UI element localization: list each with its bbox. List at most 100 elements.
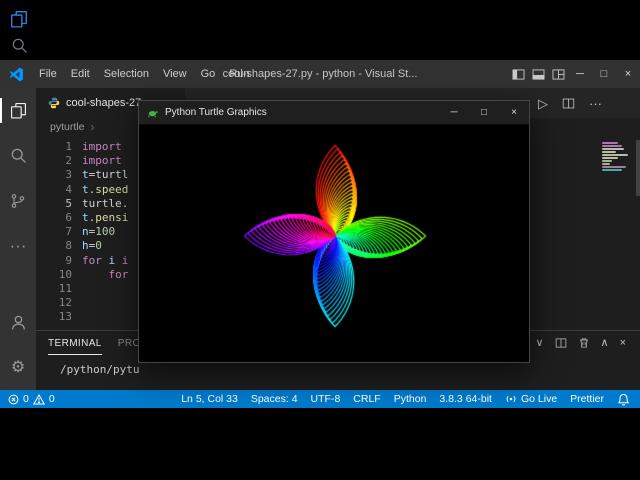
explorer-icon[interactable] (0, 88, 36, 133)
code-line-9[interactable]: for i i (82, 254, 128, 268)
chevron-right-icon: › (90, 120, 95, 134)
status-left: 0 0 (0, 393, 55, 405)
language-selector[interactable]: Python (394, 393, 427, 405)
error-icon (8, 394, 19, 405)
code-line-1[interactable]: import (82, 140, 128, 154)
menu-[interactable]: ··· (257, 68, 282, 80)
warning-icon (32, 393, 45, 405)
minimap-line-10 (602, 169, 622, 171)
editor-actions: ▷ ··· (538, 88, 602, 118)
turtle-titlebar[interactable]: Python Turtle Graphics ─ □ × (139, 101, 529, 125)
split-terminal-icon[interactable] (555, 337, 567, 349)
line-number-8: 8 (65, 239, 72, 253)
maximize-button[interactable]: □ (592, 60, 616, 88)
terminal-actions: + ∨ ∧ × (518, 337, 626, 349)
maximize-panel-icon[interactable]: ∧ (601, 337, 609, 349)
encoding-status[interactable]: UTF-8 (311, 393, 341, 405)
warning-count: 0 (48, 393, 55, 405)
letterboxed-screen: File Edit Selection View Go Run ··· cool-shape… (0, 0, 640, 480)
menu-run[interactable]: Run (222, 68, 256, 80)
vscode-logo-icon (9, 67, 24, 82)
line-number-12: 12 (58, 296, 72, 310)
line-number-4: 4 (65, 182, 72, 196)
breadcrumb-folder[interactable]: pyturtle (50, 121, 84, 133)
python-file-icon (48, 97, 60, 109)
line-number-11: 11 (58, 282, 72, 296)
minimap-line-9 (602, 166, 626, 168)
turtle-window-controls: ─ □ × (439, 101, 529, 125)
customize-layout-icon[interactable] (548, 60, 568, 88)
status-right: Ln 5, Col 33 Spaces: 4 UTF-8 CRLF Python… (181, 393, 640, 406)
code-line-11[interactable] (82, 282, 128, 296)
editor-scrollbar[interactable] (636, 140, 640, 196)
line-number-5: 5 (65, 196, 72, 210)
turtle-minimize-button[interactable]: ─ (439, 101, 469, 125)
toggle-panel-icon[interactable] (528, 60, 548, 88)
minimap-line-1 (602, 142, 618, 144)
notifications-bell-icon[interactable] (617, 393, 630, 406)
error-count: 0 (23, 393, 29, 405)
code-line-2[interactable]: import (82, 154, 128, 168)
minimap-line-6 (602, 157, 618, 159)
menu-bar: File Edit Selection View Go Run ··· (32, 68, 282, 80)
minimap-line-4 (602, 151, 616, 153)
broadcast-icon (505, 393, 517, 405)
turtle-canvas (139, 125, 529, 362)
turtle-maximize-button[interactable]: □ (469, 101, 499, 125)
toggle-sidebar-icon[interactable] (508, 60, 528, 88)
code-line-8[interactable]: h=0 (82, 239, 128, 253)
code-line-6[interactable]: t.pensi (82, 211, 128, 225)
titlebar-controls: ─ □ × (508, 60, 640, 88)
menu-selection[interactable]: Selection (97, 68, 156, 80)
line-number-gutter: 1 2 3 4 5 6 7 8 9 10 11 12 13 (36, 140, 72, 325)
run-python-file-button[interactable]: ▷ (538, 97, 548, 110)
code-line-7[interactable]: n=100 (82, 225, 128, 239)
tab-terminal[interactable]: TERMINAL (48, 331, 102, 355)
eol-status[interactable]: CRLF (353, 393, 380, 405)
problems-status[interactable]: 0 0 (8, 393, 55, 405)
menu-view[interactable]: View (156, 68, 194, 80)
account-icon[interactable] (0, 300, 36, 345)
code-line-3[interactable]: t=turtl (82, 168, 128, 182)
split-editor-icon[interactable] (562, 97, 575, 110)
line-number-7: 7 (65, 225, 72, 239)
kill-terminal-trash-icon[interactable] (578, 337, 590, 349)
code-text[interactable]: import import t=turtl t.speed turtle. t.pensi… (82, 140, 128, 325)
terminal-output[interactable]: /python/pytu (36, 363, 640, 376)
minimize-button[interactable]: ─ (568, 60, 592, 88)
code-line-4[interactable]: t.speed (82, 183, 128, 197)
code-line-10[interactable]: for (82, 268, 129, 282)
minimap-line-2 (602, 145, 622, 147)
turtle-app-icon (147, 107, 159, 119)
titlebar: File Edit Selection View Go Run ··· cool-shape… (0, 60, 640, 88)
code-line-12[interactable] (82, 296, 128, 310)
minimap-line-5 (602, 154, 628, 156)
overlay-search-icon (11, 37, 28, 54)
minimap[interactable] (602, 142, 634, 172)
go-live-button[interactable]: Go Live (505, 393, 557, 405)
line-number-10: 10 (58, 267, 72, 281)
code-line-5[interactable]: turtle. (82, 197, 128, 211)
terminal-dropdown-icon[interactable]: ∨ (535, 337, 543, 349)
indentation-status[interactable]: Spaces: 4 (251, 393, 298, 405)
cursor-position[interactable]: Ln 5, Col 33 (181, 393, 238, 405)
editor-more-actions-icon[interactable]: ··· (589, 97, 602, 110)
menu-file[interactable]: File (32, 68, 64, 80)
settings-gear-icon[interactable]: ⚙ (0, 345, 36, 390)
line-number-9: 9 (65, 253, 72, 267)
source-control-icon[interactable] (0, 178, 36, 223)
status-bar: 0 0 Ln 5, Col 33 Spaces: 4 UTF-8 CRLF Py… (0, 390, 640, 408)
menu-edit[interactable]: Edit (64, 68, 97, 80)
more-views-icon[interactable]: ··· (0, 223, 36, 268)
close-panel-icon[interactable]: × (620, 337, 626, 349)
menu-go[interactable]: Go (194, 68, 223, 80)
close-button[interactable]: × (616, 60, 640, 88)
prettier-status[interactable]: Prettier (570, 393, 604, 405)
minimap-line-3 (602, 148, 624, 150)
line-number-2: 2 (65, 154, 72, 168)
search-icon[interactable] (0, 133, 36, 178)
turtle-close-button[interactable]: × (499, 101, 529, 125)
line-number-6: 6 (65, 211, 72, 225)
python-interpreter[interactable]: 3.8.3 64-bit (439, 393, 492, 405)
code-line-13[interactable] (82, 310, 128, 324)
